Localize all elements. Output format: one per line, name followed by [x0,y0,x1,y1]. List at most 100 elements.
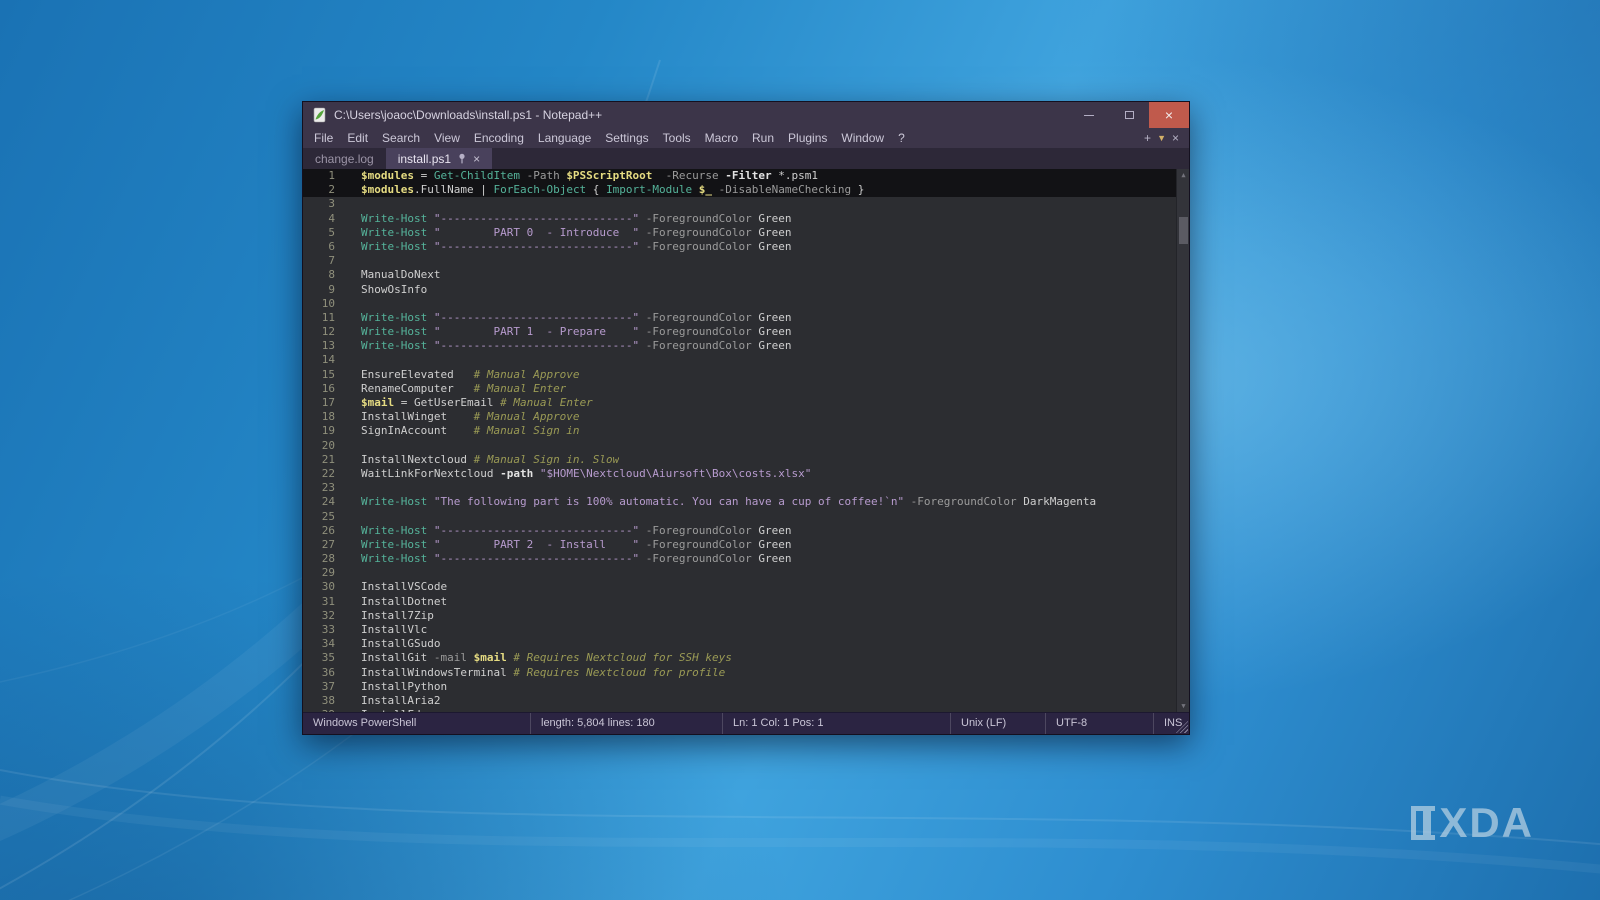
window-controls: × [1069,102,1189,128]
code-line[interactable]: 30InstallVSCode [303,580,1176,594]
minimize-button[interactable] [1069,102,1109,128]
code-text: Write-Host "----------------------------… [347,311,792,325]
code-line[interactable]: 5Write-Host " PART 0 - Introduce " -Fore… [303,226,1176,240]
tab-install-ps1[interactable]: install.ps1 × [386,148,492,169]
line-number: 37 [303,680,347,694]
menu-item-macro[interactable]: Macro [698,128,745,148]
line-number: 33 [303,623,347,637]
menu-item-encoding[interactable]: Encoding [467,128,531,148]
title-bar[interactable]: C:\Users\joaoc\Downloads\install.ps1 - N… [303,102,1189,128]
code-line[interactable]: 4Write-Host "---------------------------… [303,212,1176,226]
code-line[interactable]: 12Write-Host " PART 1 - Prepare " -Foreg… [303,325,1176,339]
status-caret-position: Ln: 1 Col: 1 Pos: 1 [723,713,951,734]
menu-item-[interactable]: ? [891,128,912,148]
code-line[interactable]: 20 [303,439,1176,453]
line-number: 10 [303,297,347,311]
code-line[interactable]: 24Write-Host "The following part is 100%… [303,495,1176,509]
tab-close-icon[interactable]: × [473,153,480,165]
code-line[interactable]: 33InstallVlc [303,623,1176,637]
line-number: 27 [303,538,347,552]
code-text: Write-Host "The following part is 100% a… [347,495,1096,509]
notepadpp-icon [311,107,327,123]
code-line[interactable]: 26Write-Host "--------------------------… [303,524,1176,538]
code-text: InstallVlc [347,623,427,637]
code-text: RenameComputer # Manual Enter [347,382,566,396]
code-line[interactable]: 6Write-Host "---------------------------… [303,240,1176,254]
code-line[interactable]: 36InstallWindowsTerminal # Requires Next… [303,666,1176,680]
line-number: 3 [303,197,347,211]
editor[interactable]: 1$modules = Get-ChildItem -Path $PSScrip… [303,169,1189,712]
code-line[interactable]: 7 [303,254,1176,268]
menu-item-language[interactable]: Language [531,128,598,148]
code-line[interactable]: 1$modules = Get-ChildItem -Path $PSScrip… [303,169,1176,183]
code-text: InstallGSudo [347,637,440,651]
desktop-wallpaper: C:\Users\joaoc\Downloads\install.ps1 - N… [0,0,1600,900]
menu-item-run[interactable]: Run [745,128,781,148]
code-line[interactable]: 37InstallPython [303,680,1176,694]
tab-bar: change.log install.ps1 × [303,148,1189,169]
code-text: ManualDoNext [347,268,440,282]
code-line[interactable]: 11Write-Host "--------------------------… [303,311,1176,325]
code-line[interactable]: 22WaitLinkForNextcloud -path "$HOME\Next… [303,467,1176,481]
status-eol-format[interactable]: Unix (LF) [951,713,1046,734]
line-number: 1 [303,169,347,183]
code-line[interactable]: 10 [303,297,1176,311]
menu-item-view[interactable]: View [427,128,467,148]
line-number: 15 [303,368,347,382]
code-line[interactable]: 28Write-Host "--------------------------… [303,552,1176,566]
code-line[interactable]: 31InstallDotnet [303,595,1176,609]
code-line[interactable]: 23 [303,481,1176,495]
line-number: 28 [303,552,347,566]
code-line[interactable]: 13Write-Host "--------------------------… [303,339,1176,353]
code-text: EnsureElevated # Manual Approve [347,368,580,382]
menu-item-tools[interactable]: Tools [656,128,698,148]
tab-change-log[interactable]: change.log [303,148,386,169]
code-text [347,297,361,311]
code-line[interactable]: 19SignInAccount # Manual Sign in [303,424,1176,438]
status-length-lines: length: 5,804 lines: 180 [531,713,723,734]
line-number: 23 [303,481,347,495]
close-button[interactable]: × [1149,102,1189,128]
menu-item-settings[interactable]: Settings [598,128,655,148]
scrollbar-thumb[interactable] [1179,217,1188,244]
code-line[interactable]: 32Install7Zip [303,609,1176,623]
menu-item-edit[interactable]: Edit [340,128,375,148]
code-line[interactable]: 38InstallAria2 [303,694,1176,708]
code-line[interactable]: 29 [303,566,1176,580]
tab-list-dropdown-icon[interactable]: ▼ [1157,128,1166,148]
vertical-scrollbar[interactable]: ▲ ▼ [1176,169,1189,712]
code-line[interactable]: 18InstallWinget # Manual Approve [303,410,1176,424]
code-line[interactable]: 9ShowOsInfo [303,283,1176,297]
code-text: Write-Host "----------------------------… [347,339,792,353]
code-text [347,510,361,524]
code-text: Write-Host "----------------------------… [347,240,792,254]
code-line[interactable]: 3 [303,197,1176,211]
code-line[interactable]: 2$modules.FullName | ForEach-Object { Im… [303,183,1176,197]
code-line[interactable]: 14 [303,353,1176,367]
scroll-up-icon[interactable]: ▲ [1177,170,1189,180]
close-icon: × [1165,108,1173,122]
code-line[interactable]: 8ManualDoNext [303,268,1176,282]
line-number: 22 [303,467,347,481]
status-encoding[interactable]: UTF-8 [1046,713,1154,734]
pin-icon[interactable] [457,153,467,164]
code-line[interactable]: 15EnsureElevated # Manual Approve [303,368,1176,382]
menu-item-plugins[interactable]: Plugins [781,128,834,148]
code-line[interactable]: 27Write-Host " PART 2 - Install " -Foreg… [303,538,1176,552]
menu-item-search[interactable]: Search [375,128,427,148]
code-line[interactable]: 25 [303,510,1176,524]
menu-item-window[interactable]: Window [834,128,891,148]
code-line[interactable]: 17$mail = GetUserEmail # Manual Enter [303,396,1176,410]
code-line[interactable]: 21InstallNextcloud # Manual Sign in. Slo… [303,453,1176,467]
code-line[interactable]: 35InstallGit -mail $mail # Requires Next… [303,651,1176,665]
line-number: 30 [303,580,347,594]
code-line[interactable]: 34InstallGSudo [303,637,1176,651]
code-line[interactable]: 16RenameComputer # Manual Enter [303,382,1176,396]
close-document-button[interactable]: × [1172,128,1179,148]
code-text: InstallPython [347,680,447,694]
menu-item-file[interactable]: File [307,128,340,148]
new-tab-button[interactable]: + [1144,128,1151,148]
scroll-down-icon[interactable]: ▼ [1177,701,1189,711]
maximize-button[interactable] [1109,102,1149,128]
code-text: Write-Host " PART 2 - Install " -Foregro… [347,538,792,552]
